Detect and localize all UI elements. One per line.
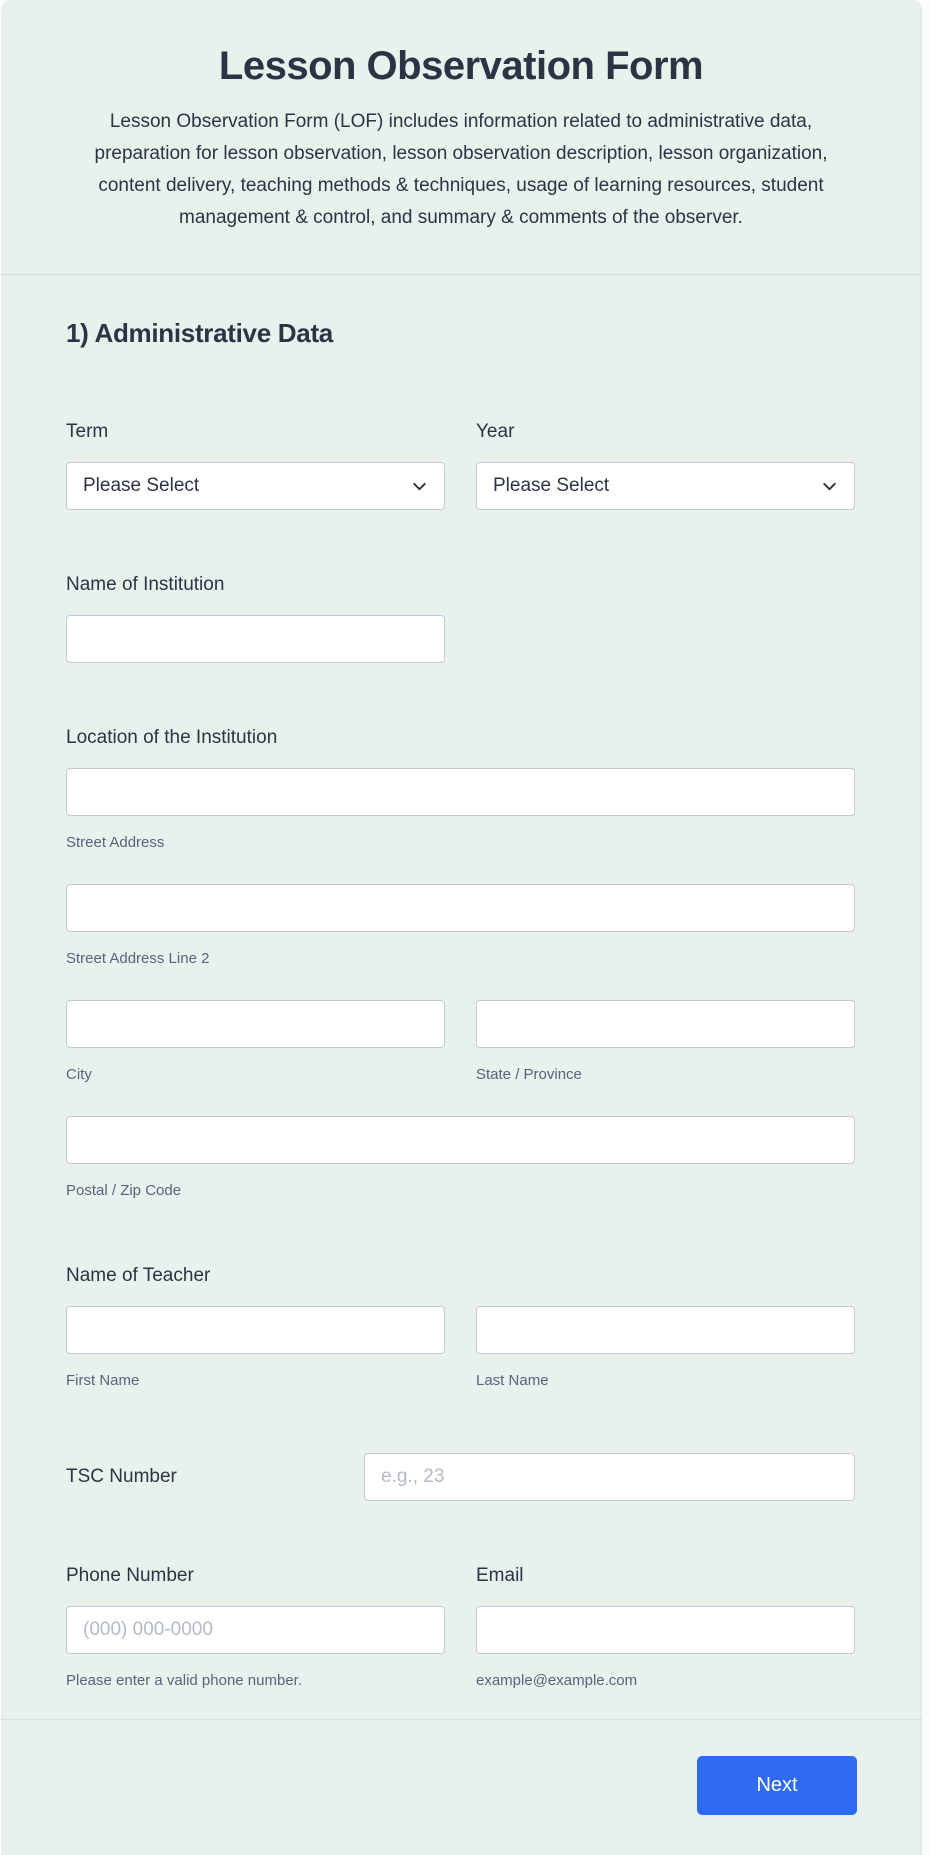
street2-row: Street Address Line 2: [66, 884, 855, 969]
first-name-input[interactable]: [66, 1306, 445, 1354]
phone-field: Phone Number Please enter a valid phone …: [66, 1563, 445, 1691]
city-sublabel: City: [66, 1066, 92, 1083]
phone-email-row: Phone Number Please enter a valid phone …: [66, 1563, 855, 1691]
form-card: Lesson Observation Form Lesson Observati…: [1, 0, 922, 1855]
street-address-line2-input[interactable]: [66, 884, 855, 932]
postal-zip-input[interactable]: [66, 1116, 855, 1164]
form-description: Lesson Observation Form (LOF) includes i…: [94, 111, 828, 228]
phone-label: Phone Number: [66, 1565, 194, 1586]
city-state-row: City State / Province: [66, 1000, 855, 1085]
year-select[interactable]: Please Select: [476, 462, 855, 510]
institution-label: Name of Institution: [66, 574, 225, 595]
street-address-line2-sublabel: Street Address Line 2: [66, 950, 210, 967]
last-name-sublabel: Last Name: [476, 1372, 549, 1389]
chevron-down-icon: [411, 478, 428, 495]
state-province-sublabel: State / Province: [476, 1066, 582, 1083]
postal-row: Postal / Zip Code: [66, 1116, 855, 1201]
phone-helper: Please enter a valid phone number.: [66, 1672, 302, 1689]
tsc-field: TSC Number: [66, 1453, 855, 1501]
teacher-field: Name of Teacher First Name Last Name: [66, 1263, 855, 1391]
year-label: Year: [476, 421, 515, 442]
street-row: Street Address: [66, 768, 855, 853]
year-field: Year Please Select: [476, 419, 855, 510]
street-address-input[interactable]: [66, 768, 855, 816]
email-helper: example@example.com: [476, 1672, 638, 1689]
next-button[interactable]: Next: [697, 1756, 857, 1815]
section-heading: 1) Administrative Data: [66, 318, 333, 348]
email-label: Email: [476, 1565, 524, 1586]
chevron-down-icon: [821, 478, 838, 495]
location-field: Location of the Institution Street Addre…: [66, 725, 855, 1201]
form-header: Lesson Observation Form Lesson Observati…: [1, 0, 921, 275]
email-field: Email example@example.com: [476, 1563, 855, 1691]
term-year-row: Term Please Select Year Please Select: [66, 419, 855, 510]
tsc-number-input[interactable]: [364, 1453, 855, 1501]
city-input[interactable]: [66, 1000, 445, 1048]
last-name-input[interactable]: [476, 1306, 855, 1354]
section-administrative-data: 1) Administrative Data Term Please Selec…: [1, 275, 921, 1719]
tsc-label: TSC Number: [66, 1466, 177, 1487]
term-field: Term Please Select: [66, 419, 445, 510]
term-select-value: Please Select: [83, 475, 200, 496]
institution-input[interactable]: [66, 615, 445, 663]
location-label: Location of the Institution: [66, 727, 278, 748]
year-select-value: Please Select: [493, 475, 610, 496]
page-break-footer: Next: [1, 1719, 921, 1850]
first-name-sublabel: First Name: [66, 1372, 140, 1389]
form-title: Lesson Observation Form: [218, 44, 704, 88]
teacher-label: Name of Teacher: [66, 1265, 211, 1286]
state-province-input[interactable]: [476, 1000, 855, 1048]
institution-field: Name of Institution: [66, 572, 855, 663]
term-select[interactable]: Please Select: [66, 462, 445, 510]
postal-zip-sublabel: Postal / Zip Code: [66, 1182, 182, 1199]
street-address-sublabel: Street Address: [66, 834, 165, 851]
institution-spacer: [476, 615, 855, 663]
email-input[interactable]: [476, 1606, 855, 1654]
term-label: Term: [66, 421, 109, 442]
phone-input[interactable]: [66, 1606, 445, 1654]
